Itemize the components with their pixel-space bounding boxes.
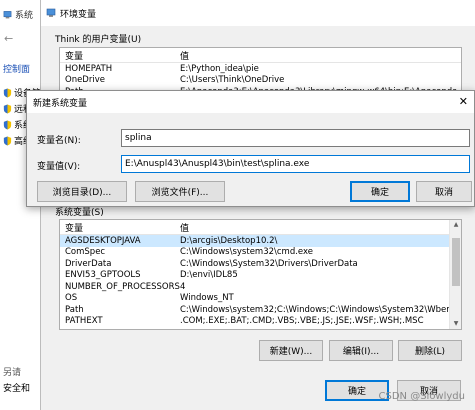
see-also-label: 另请 [3,368,22,378]
close-icon[interactable]: ✕ [459,95,468,108]
env-dialog-title: 环境变量 [60,9,97,20]
system-table-header: 变量 值 [60,220,461,235]
watermark: CSDN @Slowlydu [378,391,466,402]
user-variables-label: Think 的用户变量(U) [55,35,142,45]
env-dialog-titlebar: 环境变量 [41,0,475,26]
table-row[interactable]: OS Windows_NT [60,293,461,305]
column-header-variable[interactable]: 变量 [60,221,180,234]
security-link[interactable]: 安全和 [3,381,30,394]
new-system-variable-dialog: 新建系统变量 ✕ 变量名(N): splina 变量值(V): E:\Anusp… [26,90,475,207]
browse-file-button[interactable]: 浏览文件(F)... [135,181,225,202]
system-variables-list[interactable]: 变量 值 AGSDESKTOPJAVA D:\arcgis\Desktop10.… [59,219,462,330]
edit-button[interactable]: 编辑(I)... [329,340,393,361]
control-panel-link[interactable]: 控制面 [3,62,30,75]
variable-name-label: 变量名(N): [37,136,81,146]
shield-icon [3,88,12,97]
system-window-title: 系统 [3,8,33,21]
column-header-value[interactable]: 值 [180,221,461,234]
computer-icon [3,10,12,18]
new-dialog-title: 新建系统变量 [33,98,88,109]
user-table-header: 变量 值 [60,48,461,63]
new-cancel-button[interactable]: 取消 [416,181,472,202]
table-row[interactable]: ComSpec C:\Windows\system32\cmd.exe [60,247,461,259]
browse-directory-button[interactable]: 浏览目录(D)... [37,181,127,202]
table-row[interactable]: HOMEPATH E:\Python_idea\pie [60,63,461,75]
scroll-up-arrow-icon[interactable]: ▲ [450,220,461,230]
variable-value-input[interactable]: E:\Anuspl43\Anuspl43\bin\test\splina.exe [121,155,470,173]
table-row[interactable]: Path C:\Windows\system32;C:\Windows;C:\W… [60,304,461,316]
delete-button[interactable]: 删除(L) [398,340,462,361]
shield-icon [3,104,12,113]
back-arrow-icon[interactable]: ← [4,32,13,45]
table-row[interactable]: ENVI53_GPTOOLS D:\envi\IDL85 [60,270,461,282]
table-row[interactable]: PATHEXT .COM;.EXE;.BAT;.CMD;.VBS;.VBE;.J… [60,316,461,328]
column-header-variable[interactable]: 变量 [60,49,180,62]
table-row[interactable]: DriverData C:\Windows\System32\Drivers\D… [60,258,461,270]
new-button[interactable]: 新建(W)... [259,340,323,361]
variable-value-label: 变量值(V): [37,162,81,172]
column-header-value[interactable]: 值 [180,49,461,62]
computer-icon [46,8,56,17]
scrollbar-thumb[interactable] [452,238,460,286]
table-row[interactable]: NUMBER_OF_PROCESSORS 4 [60,281,461,293]
scroll-down-arrow-icon[interactable]: ▼ [450,319,461,329]
new-dialog-titlebar: 新建系统变量 [27,91,474,113]
shield-icon [3,136,12,145]
table-row[interactable]: AGSDESKTOPJAVA D:\arcgis\Desktop10.2\ [60,235,461,247]
vertical-scrollbar[interactable]: ▲ ▼ [449,220,461,329]
shield-icon [3,120,12,129]
table-row[interactable]: OneDrive C:\Users\Think\OneDrive [60,75,461,87]
variable-name-input[interactable]: splina [121,129,470,147]
new-ok-button[interactable]: 确定 [350,181,410,202]
